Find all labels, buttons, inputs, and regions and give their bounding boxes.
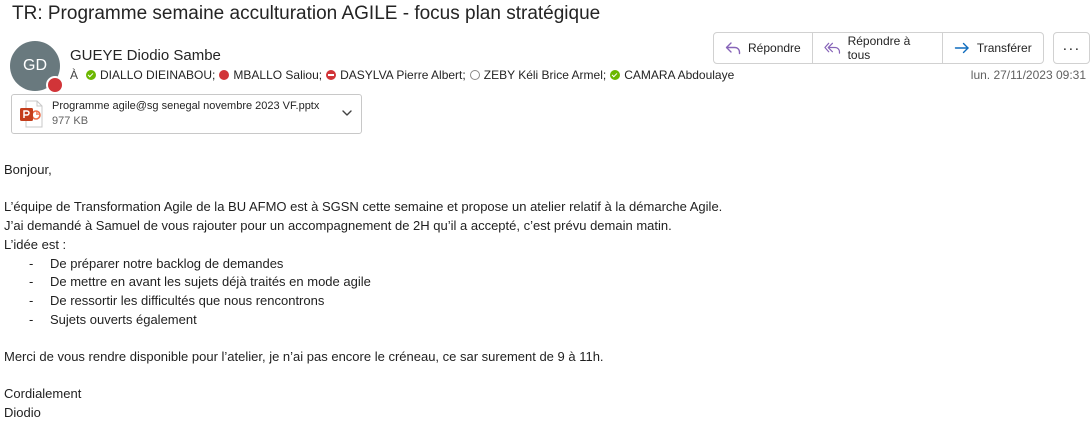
body-paragraph: Merci de vous rendre disponible pour l’a… xyxy=(4,349,604,364)
presence-busy-icon xyxy=(46,76,64,94)
attachment-name: Programme agile@sg senegal novembre 2023… xyxy=(52,100,320,112)
bullet-item: De mettre en avant les sujets déjà trait… xyxy=(4,273,722,292)
recipient[interactable]: CAMARA Abdoulaye xyxy=(610,68,734,82)
chevron-down-icon[interactable] xyxy=(341,107,353,119)
reply-all-label: Répondre à tous xyxy=(847,34,911,62)
presence-available-icon xyxy=(86,70,97,80)
body-paragraph: J’ai demandé à Samuel de vous rajouter p… xyxy=(4,218,672,234)
more-actions-button[interactable]: ··· xyxy=(1052,32,1090,64)
bullet-item: Sujets ouverts également xyxy=(4,311,722,330)
reply-icon xyxy=(725,42,741,55)
presence-dnd-icon xyxy=(326,70,337,80)
recipient[interactable]: DASYLVA Pierre Albert; xyxy=(326,68,470,82)
closing: Cordialement xyxy=(4,386,82,402)
sent-date: lun. 27/11/2023 09:31 xyxy=(970,68,1086,82)
forward-icon xyxy=(954,42,969,54)
bullet-list: De préparer notre backlog de demandes De… xyxy=(4,255,722,330)
bullet-item: De préparer notre backlog de demandes xyxy=(4,255,722,274)
bullet-item: De ressortir les difficultés que nous re… xyxy=(4,292,722,311)
body-paragraph: L’équipe de Transformation Agile de la B… xyxy=(4,199,723,215)
message-actions: Répondre Répondre à tous Transférer ··· xyxy=(713,32,1090,64)
powerpoint-icon xyxy=(20,100,43,128)
forward-label: Transférer xyxy=(976,41,1032,55)
presence-busy-icon xyxy=(219,70,230,80)
reply-all-button[interactable]: Répondre à tous xyxy=(813,33,943,63)
presence-offline-icon xyxy=(469,70,480,80)
attachment-card[interactable]: Programme agile@sg senegal novembre 2023… xyxy=(11,94,362,134)
to-label: À xyxy=(70,68,79,82)
more-icon: ··· xyxy=(1062,39,1081,57)
recipient-name: CAMARA Abdoulaye xyxy=(624,68,735,82)
recipient[interactable]: ZEBY Kéli Brice Armel; xyxy=(469,68,610,82)
presence-available-icon xyxy=(610,70,621,80)
reply-all-icon xyxy=(824,42,840,54)
recipients-line: À DIALLO DIEINABOU; MBALLO Saliou; DASYL… xyxy=(70,68,734,82)
reply-button[interactable]: Répondre xyxy=(714,33,813,63)
forward-button[interactable]: Transférer xyxy=(943,33,1043,63)
recipient-name: ZEBY Kéli Brice Armel; xyxy=(483,68,607,82)
sender-name[interactable]: GUEYE Diodio Sambe xyxy=(70,47,221,64)
recipient[interactable]: MBALLO Saliou; xyxy=(219,68,326,82)
body-paragraph: L’idée est : xyxy=(4,236,67,252)
avatar-initials: GD xyxy=(23,57,47,74)
recipient-name: DIALLO DIEINABOU; xyxy=(100,68,216,82)
reply-button-group: Répondre Répondre à tous Transférer xyxy=(713,32,1044,64)
attachment-size: 977 KB xyxy=(52,115,89,127)
email-body: Bonjour, L’équipe de Transformation Agil… xyxy=(4,161,722,423)
recipient-name: MBALLO Saliou; xyxy=(233,68,323,82)
reply-label: Répondre xyxy=(748,41,801,55)
recipient-name: DASYLVA Pierre Albert; xyxy=(340,68,466,82)
email-subject: TR: Programme semaine acculturation AGIL… xyxy=(12,3,601,24)
recipient[interactable]: DIALLO DIEINABOU; xyxy=(86,68,219,82)
greeting: Bonjour, xyxy=(4,162,52,177)
attachment-info: Programme agile@sg senegal novembre 2023… xyxy=(52,99,319,129)
signature: Diodio xyxy=(4,405,41,421)
